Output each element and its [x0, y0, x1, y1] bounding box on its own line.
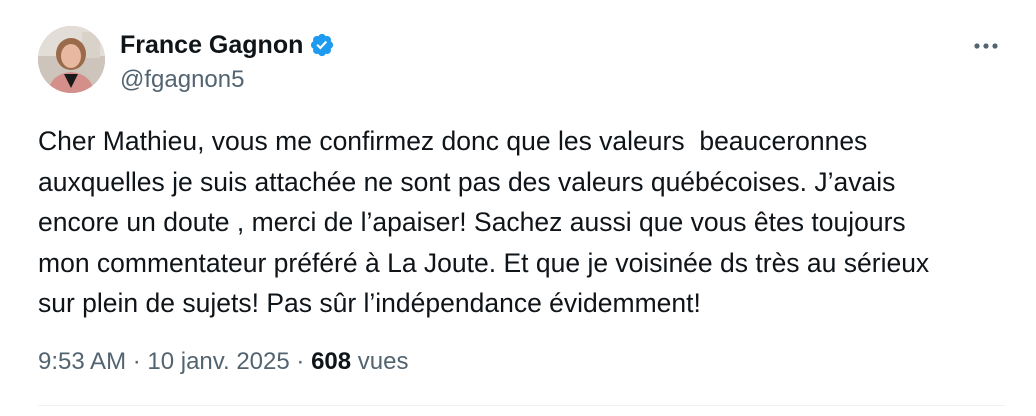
author-name[interactable]: France Gagnon: [120, 28, 335, 62]
tweet-text-line: Cher Mathieu, vous me confirmez donc que…: [38, 126, 868, 156]
meta-separator: ·: [126, 348, 148, 375]
tweet-text-line: auxquelles je suis attachée ne sont pas …: [38, 166, 896, 197]
more-options-button[interactable]: [966, 30, 1006, 62]
tweet-text: Cher Mathieu, vous me confirmez donc que…: [38, 121, 1023, 324]
author-avatar[interactable]: [38, 26, 105, 93]
avatar-photo: [38, 26, 105, 93]
tweet-meta: 9:53 AM · 10 janv. 2025 · 608 vues: [38, 346, 408, 378]
tweet-timestamp[interactable]: 9:53 AM · 10 janv. 2025: [38, 348, 290, 375]
author-handle[interactable]: @fgagnon5: [120, 64, 244, 96]
views-count: 608: [311, 348, 352, 375]
tweet-date: 10 janv. 2025: [147, 348, 290, 375]
author-name-text: France Gagnon: [120, 31, 304, 59]
tweet-card: France Gagnon @fgagnon5 Cher Mathieu, vo…: [0, 0, 1036, 416]
meta-separator: ·: [289, 348, 312, 375]
views-label: vues: [357, 348, 409, 375]
more-options-icon: [974, 43, 998, 49]
tweet-text-line: encore un doute , merci de l’apaiser! Sa…: [38, 207, 906, 237]
tweet-time: 9:53 AM: [38, 348, 127, 375]
divider: [38, 405, 1005, 406]
tweet-text-line: sur plein de sujets! Pas sûr l’indépenda…: [38, 288, 701, 318]
tweet-text-line: mon commentateur préféré à La Joute. Et …: [38, 247, 930, 278]
verified-badge-icon: [311, 33, 334, 57]
